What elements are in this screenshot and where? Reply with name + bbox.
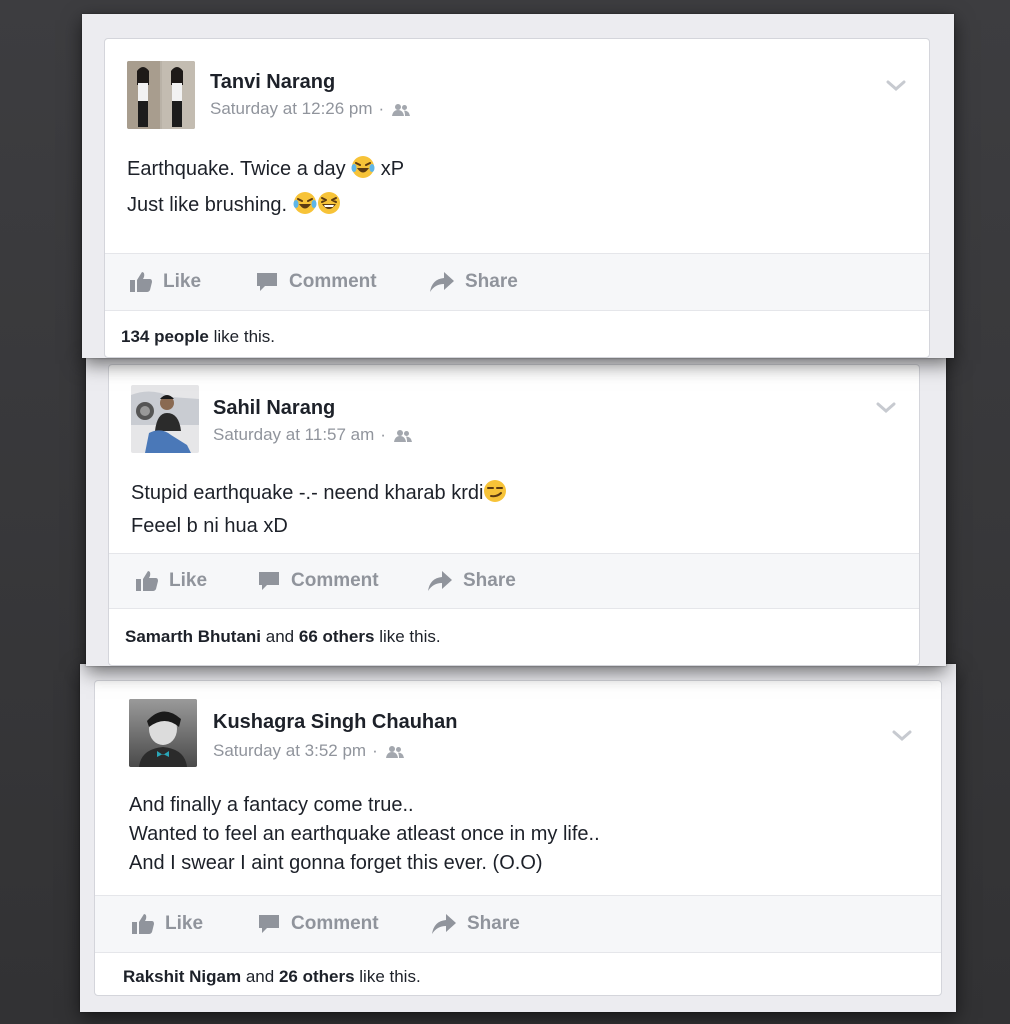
post-print-2: Sahil Narang Saturday at 11:57 am · Stupi… — [86, 354, 946, 666]
share-label: Share — [463, 570, 516, 591]
post-print-1: Tanvi Narang Saturday at 12:26 pm · Earth… — [82, 14, 954, 358]
comment-button[interactable]: Comment — [255, 254, 377, 310]
timestamp-text[interactable]: Saturday at 11:57 am — [213, 425, 374, 444]
thumbs-up-icon — [132, 914, 154, 934]
comment-label: Comment — [291, 913, 379, 934]
speech-bubble-icon — [259, 915, 279, 933]
post-print-3: Kushagra Singh Chauhan Saturday at 3:52 … — [80, 664, 956, 1012]
post-card-2: Sahil Narang Saturday at 11:57 am · Stupi… — [108, 364, 920, 666]
post-line: Wanted to feel an earthquake atleast onc… — [129, 823, 600, 845]
comment-button[interactable]: Comment — [257, 896, 379, 952]
like-button[interactable]: Like — [129, 254, 201, 310]
share-button[interactable]: Share — [427, 554, 516, 608]
likes-summary[interactable]: Samarth Bhutani and 66 others like this. — [125, 627, 441, 647]
like-label: Like — [165, 913, 204, 934]
post-line-text: Stupid earthquake -.- neend kharab krdi — [131, 482, 484, 504]
post-line-text: xP — [380, 158, 405, 180]
post-line-text: Just like brushing. — [127, 194, 288, 216]
laughing-tears-emoji — [351, 156, 375, 178]
likes-and: and — [245, 967, 275, 986]
post-line: Stupid earthquake -.- neend kharab krdi — [131, 477, 507, 510]
post-line: And finally a fantacy come true.. — [129, 794, 414, 816]
likes-summary[interactable]: 134 people like this. — [121, 327, 275, 347]
like-button[interactable]: Like — [131, 896, 203, 952]
post-message: Stupid earthquake -.- neend kharab krdi … — [131, 477, 507, 543]
likes-name: 134 people — [121, 327, 209, 346]
friends-icon[interactable] — [385, 745, 404, 759]
avatar-photo-icon — [129, 699, 197, 767]
meta-separator: · — [378, 99, 385, 118]
share-label: Share — [465, 271, 518, 292]
share-arrow-icon — [432, 914, 456, 934]
likes-name: Rakshit Nigam — [123, 967, 242, 986]
likes-text: like this. — [379, 627, 441, 646]
thumbs-up-icon — [130, 272, 152, 292]
screenshot-stage: Kushagra Singh Chauhan Saturday at 3:52 … — [0, 0, 1010, 1024]
grinning-squint-emoji — [317, 192, 340, 214]
like-button[interactable]: Like — [135, 554, 207, 608]
share-arrow-icon — [430, 272, 454, 292]
comment-label: Comment — [289, 271, 377, 292]
timestamp-text[interactable]: Saturday at 12:26 pm — [210, 99, 373, 118]
like-label: Like — [163, 271, 202, 292]
author-avatar[interactable] — [129, 699, 197, 767]
likes-text: like this. — [213, 327, 276, 346]
author-name[interactable]: Tanvi Narang — [210, 71, 335, 94]
author-avatar[interactable] — [131, 385, 199, 453]
comment-button[interactable]: Comment — [257, 554, 379, 608]
speech-bubble-icon — [257, 273, 277, 291]
likes-summary[interactable]: Rakshit Nigam and 26 others like this. — [123, 967, 421, 987]
laughing-tears-emoji — [293, 192, 317, 214]
meta-separator: · — [380, 425, 386, 444]
likes-and: and — [265, 627, 295, 646]
likes-text: like this. — [359, 967, 421, 986]
share-button[interactable]: Share — [431, 896, 520, 952]
chevron-down-icon[interactable] — [891, 729, 913, 743]
timestamp-text[interactable]: Saturday at 3:52 pm — [213, 741, 366, 760]
post-line: Feeel b ni hua xD — [131, 515, 288, 537]
likes-others: 26 others — [278, 967, 355, 986]
author-avatar[interactable] — [127, 61, 195, 129]
post-line-text: Earthquake. Twice a day — [127, 158, 346, 180]
post-timestamp: Saturday at 3:52 pm · — [213, 741, 404, 761]
thumbs-up-icon — [136, 571, 158, 591]
post-line: Just like brushing. — [127, 187, 404, 223]
author-name[interactable]: Sahil Narang — [213, 397, 335, 420]
post-card-1: Tanvi Narang Saturday at 12:26 pm · Earth… — [104, 38, 930, 358]
friends-icon[interactable] — [393, 429, 412, 443]
action-bar: Like Comment Share — [95, 895, 941, 953]
post-line: And I swear I aint gonna forget this eve… — [129, 852, 543, 874]
comment-label: Comment — [291, 570, 379, 591]
post-message: Earthquake. Twice a day xP Just like bru… — [127, 151, 404, 223]
post-timestamp: Saturday at 11:57 am · — [213, 425, 412, 445]
friends-icon[interactable] — [392, 103, 411, 117]
avatar-photo-icon — [131, 385, 199, 453]
chevron-down-icon[interactable] — [875, 401, 897, 415]
post-line: Earthquake. Twice a day xP — [127, 151, 404, 187]
action-bar: Like Comment Share — [109, 553, 919, 609]
share-button[interactable]: Share — [429, 254, 518, 310]
post-timestamp: Saturday at 12:26 pm · — [210, 99, 411, 119]
smirk-emoji — [484, 480, 507, 502]
action-bar: Like Comment Share — [105, 253, 929, 311]
post-card-3: Kushagra Singh Chauhan Saturday at 3:52 … — [94, 680, 942, 996]
share-label: Share — [467, 913, 520, 934]
meta-separator: · — [372, 741, 378, 760]
likes-name: Samarth Bhutani — [125, 627, 262, 646]
avatar-photo-icon — [127, 61, 195, 129]
like-label: Like — [169, 570, 208, 591]
share-arrow-icon — [428, 571, 452, 591]
author-name[interactable]: Kushagra Singh Chauhan — [213, 711, 457, 734]
likes-others: 66 others — [298, 627, 375, 646]
chevron-down-icon[interactable] — [885, 79, 907, 93]
speech-bubble-icon — [259, 572, 279, 590]
post-message: And finally a fantacy come true.. Wanted… — [129, 791, 600, 878]
